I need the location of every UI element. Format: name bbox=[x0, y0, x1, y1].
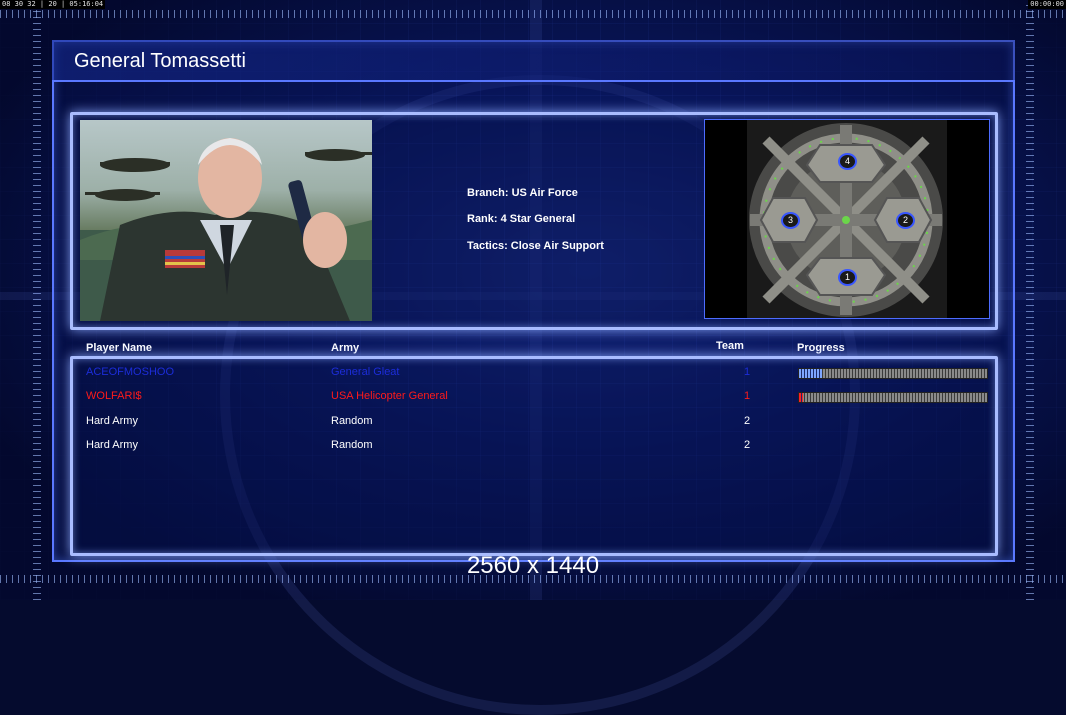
player-name: Hard Army bbox=[86, 415, 138, 427]
left-ruler bbox=[33, 0, 41, 600]
player-army: Random bbox=[331, 439, 373, 451]
player-row: Hard Army Random 2 bbox=[0, 439, 1066, 459]
player-name: Hard Army bbox=[86, 439, 138, 451]
header-army: Army bbox=[331, 342, 360, 354]
player-team: 2 bbox=[744, 439, 751, 451]
resolution-label: 2560 x 1440 bbox=[466, 552, 600, 579]
player-progress-bar bbox=[798, 368, 988, 379]
start-position-2: 2 bbox=[896, 212, 915, 229]
map-illustration bbox=[747, 120, 947, 318]
general-portrait bbox=[80, 120, 372, 321]
player-progress-bar bbox=[798, 392, 988, 403]
player-name: WOLFARI$ bbox=[86, 390, 142, 402]
player-name: ACEOFMOSHOO bbox=[86, 366, 175, 378]
header-progress: Progress bbox=[797, 342, 845, 354]
map-preview: 4 3 2 1 bbox=[704, 119, 990, 319]
general-rank: Rank: 4 Star General bbox=[467, 213, 576, 225]
player-row: ACEOFMOSHOO General Gleat 1 bbox=[0, 366, 1066, 386]
header-player-name: Player Name bbox=[86, 342, 153, 354]
header-team: Team bbox=[716, 340, 744, 352]
player-army: Random bbox=[331, 415, 373, 427]
player-progress-fill bbox=[799, 369, 822, 378]
player-row: WOLFARI$ USA Helicopter General 1 bbox=[0, 390, 1066, 410]
player-team: 1 bbox=[744, 390, 751, 402]
player-progress-fill bbox=[799, 393, 803, 402]
start-position-3: 3 bbox=[781, 212, 800, 229]
hud-clock-left: 08 30 32 | 20 | 05:16:04 bbox=[0, 0, 106, 9]
player-army: USA Helicopter General bbox=[331, 390, 448, 402]
general-tactics: Tactics: Close Air Support bbox=[467, 240, 604, 252]
general-name-title: General Tomassetti bbox=[74, 50, 246, 72]
start-position-4: 4 bbox=[838, 153, 857, 170]
player-team: 1 bbox=[744, 366, 751, 378]
general-branch: Branch: US Air Force bbox=[467, 187, 578, 199]
hud-clock-right: 00:00:00 bbox=[1028, 0, 1066, 9]
portrait-illustration bbox=[80, 138, 372, 321]
player-team: 2 bbox=[744, 415, 751, 427]
right-ruler bbox=[1026, 0, 1034, 600]
start-position-1: 1 bbox=[838, 269, 857, 286]
player-row: Hard Army Random 2 bbox=[0, 415, 1066, 435]
player-army: General Gleat bbox=[331, 366, 400, 378]
